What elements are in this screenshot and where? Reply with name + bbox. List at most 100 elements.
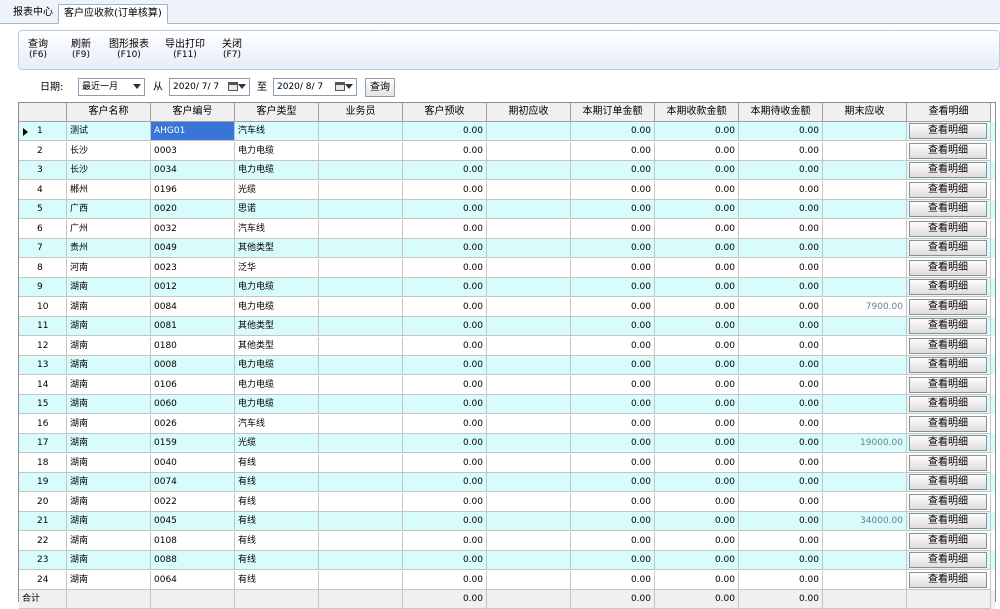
- view-detail-button[interactable]: 查看明细: [909, 240, 987, 256]
- view-detail-button[interactable]: 查看明细: [909, 396, 987, 412]
- query-button[interactable]: 查询: [365, 78, 395, 97]
- column-header[interactable]: 本期待收金额: [739, 103, 823, 122]
- view-detail-button[interactable]: 查看明细: [909, 298, 987, 315]
- view-detail-button[interactable]: 查看明细: [909, 357, 987, 373]
- view-detail-button[interactable]: 查看明细: [909, 142, 987, 159]
- view-detail-button[interactable]: 查看明细: [909, 454, 987, 471]
- column-header[interactable]: 客户类型: [235, 103, 319, 122]
- table-row[interactable]: 11 湖南 0081 其他类型 0.00 0.00 0.00 0.00 查看明细: [19, 317, 995, 336]
- customer-type-cell: 电力电缆: [235, 141, 319, 161]
- view-detail-button[interactable]: 查看明细: [909, 123, 987, 139]
- table-row[interactable]: 4 郴州 0196 光缆 0.00 0.00 0.00 0.00 查看明细: [19, 180, 995, 200]
- view-detail-button[interactable]: 查看明细: [909, 552, 987, 568]
- customer-code-cell: AHG01: [151, 122, 235, 141]
- tab-report-center[interactable]: 报表中心: [8, 4, 58, 24]
- column-header[interactable]: 查看明细: [907, 103, 991, 122]
- opening-cell: [487, 434, 571, 453]
- pending-amount-cell: 0.00: [739, 492, 823, 512]
- from-date-picker[interactable]: 2020/ 7/ 7: [169, 78, 250, 96]
- view-detail-button[interactable]: 查看明细: [909, 259, 987, 276]
- received-amount-cell: 0.00: [655, 141, 739, 161]
- table-row[interactable]: 20 湖南 0022 有线 0.00 0.00 0.00 0.00 查看明细: [19, 492, 995, 512]
- column-header[interactable]: 期末应收: [823, 103, 907, 122]
- chart-report-toolbar-button[interactable]: 图形报表 (F10): [109, 39, 149, 61]
- order-amount-cell: 0.00: [571, 336, 655, 356]
- view-detail-button[interactable]: 查看明细: [909, 532, 987, 549]
- export-print-toolbar-button[interactable]: 导出打印 (F11): [165, 39, 205, 61]
- table-row[interactable]: 8 河南 0023 泛华 0.00 0.00 0.00 0.00 查看明细: [19, 258, 995, 278]
- view-detail-button[interactable]: 查看明细: [909, 415, 987, 432]
- prepay-cell: 0.00: [403, 492, 487, 512]
- column-header[interactable]: 客户编号: [151, 103, 235, 122]
- view-detail-button[interactable]: 查看明细: [909, 220, 987, 237]
- received-amount-cell: 0.00: [655, 239, 739, 258]
- table-row[interactable]: 16 湖南 0026 汽车线 0.00 0.00 0.00 0.00 查看明细: [19, 414, 995, 434]
- table-row[interactable]: 24 湖南 0064 有线 0.00 0.00 0.00 0.00 查看明细: [19, 570, 995, 590]
- view-detail-button[interactable]: 查看明细: [909, 376, 987, 393]
- table-row[interactable]: 2 长沙 0003 电力电缆 0.00 0.00 0.00 0.00 查看明细: [19, 141, 995, 161]
- customer-type-cell: 其他类型: [235, 336, 319, 356]
- customer-code-cell: 0020: [151, 200, 235, 219]
- table-row[interactable]: 10 湖南 0084 电力电缆 0.00 0.00 0.00 0.00 7900.00 查看明细: [19, 297, 995, 317]
- period-select[interactable]: 最近一月: [78, 78, 145, 96]
- view-detail-button[interactable]: 查看明细: [909, 279, 987, 295]
- table-row[interactable]: 22 湖南 0108 有线 0.00 0.00 0.00 0.00 查看明细: [19, 531, 995, 551]
- column-header[interactable]: 客户预收: [403, 103, 487, 122]
- salesperson-cell: [319, 512, 403, 531]
- opening-cell: [487, 180, 571, 200]
- table-row[interactable]: 1 测试 AHG01 汽车线 0.00 0.00 0.00 0.00 查看明细: [19, 122, 995, 141]
- view-detail-button[interactable]: 查看明细: [909, 318, 987, 334]
- pending-amount-cell: 0.00: [739, 297, 823, 317]
- to-date-picker[interactable]: 2020/ 8/ 7: [273, 78, 357, 96]
- table-row[interactable]: 9 湖南 0012 电力电缆 0.00 0.00 0.00 0.00 查看明细: [19, 278, 995, 297]
- view-detail-button[interactable]: 查看明细: [909, 162, 987, 178]
- table-row[interactable]: 18 湖南 0040 有线 0.00 0.00 0.00 0.00 查看明细: [19, 453, 995, 473]
- customer-name-cell: 湖南: [67, 551, 151, 570]
- view-detail-button[interactable]: 查看明细: [909, 474, 987, 490]
- customer-code-cell: 0022: [151, 492, 235, 512]
- table-row[interactable]: 15 湖南 0060 电力电缆 0.00 0.00 0.00 0.00 查看明细: [19, 395, 995, 414]
- column-header[interactable]: 客户名称: [67, 103, 151, 122]
- table-row[interactable]: 5 广西 0020 思诺 0.00 0.00 0.00 0.00 查看明细: [19, 200, 995, 219]
- view-detail-button[interactable]: 查看明细: [909, 337, 987, 354]
- closing-cell: [823, 570, 907, 590]
- table-row[interactable]: 12 湖南 0180 其他类型 0.00 0.00 0.00 0.00 查看明细: [19, 336, 995, 356]
- table-row[interactable]: 7 贵州 0049 其他类型 0.00 0.00 0.00 0.00 查看明细: [19, 239, 995, 258]
- table-row[interactable]: 17 湖南 0159 光缆 0.00 0.00 0.00 0.00 19000.00 查看明细: [19, 434, 995, 453]
- table-row[interactable]: 6 广州 0032 汽车线 0.00 0.00 0.00 0.00 查看明细: [19, 219, 995, 239]
- tab-customer-receivables[interactable]: 客户应收款(订单核算): [58, 4, 168, 24]
- column-header[interactable]: 期初应收: [487, 103, 571, 122]
- pending-amount-cell: 0.00: [739, 395, 823, 414]
- opening-cell: [487, 414, 571, 434]
- query-toolbar-button[interactable]: 查询 (F6): [28, 39, 48, 61]
- close-toolbar-button[interactable]: 关闭 (F7): [222, 39, 242, 61]
- closing-cell: [823, 395, 907, 414]
- customer-type-cell: 汽车线: [235, 414, 319, 434]
- received-amount-cell: 0.00: [655, 434, 739, 453]
- view-detail-button[interactable]: 查看明细: [909, 435, 987, 451]
- table-row[interactable]: 19 湖南 0074 有线 0.00 0.00 0.00 0.00 查看明细: [19, 473, 995, 492]
- view-detail-button[interactable]: 查看明细: [909, 201, 987, 217]
- opening-cell: [487, 317, 571, 336]
- refresh-toolbar-button[interactable]: 刷新 (F9): [71, 39, 91, 61]
- opening-cell: [487, 122, 571, 141]
- column-header[interactable]: 本期订单金额: [571, 103, 655, 122]
- detail-cell: 查看明细: [907, 336, 991, 356]
- view-detail-button[interactable]: 查看明细: [909, 513, 987, 529]
- view-detail-button[interactable]: 查看明细: [909, 181, 987, 198]
- prepay-cell: 0.00: [403, 395, 487, 414]
- table-row[interactable]: 14 湖南 0106 电力电缆 0.00 0.00 0.00 0.00 查看明细: [19, 375, 995, 395]
- view-detail-button[interactable]: 查看明细: [909, 493, 987, 510]
- view-detail-button[interactable]: 查看明细: [909, 571, 987, 588]
- column-header[interactable]: 业务员: [319, 103, 403, 122]
- row-number-text: 23: [37, 555, 49, 565]
- order-amount-cell: 0.00: [571, 531, 655, 551]
- table-row[interactable]: 13 湖南 0008 电力电缆 0.00 0.00 0.00 0.00 查看明细: [19, 356, 995, 375]
- table-row[interactable]: 21 湖南 0045 有线 0.00 0.00 0.00 0.00 34000.00 查看明细: [19, 512, 995, 531]
- column-header[interactable]: 本期收款金额: [655, 103, 739, 122]
- receivables-table: 客户名称 客户编号 客户类型 业务员 客户预收 期初应收 本期订单金额 本期收款金额 本期待收金…: [18, 102, 996, 609]
- table-row[interactable]: 23 湖南 0088 有线 0.00 0.00 0.00 0.00 查看明细: [19, 551, 995, 570]
- opening-cell: [487, 356, 571, 375]
- table-row[interactable]: 3 长沙 0034 电力电缆 0.00 0.00 0.00 0.00 查看明细: [19, 161, 995, 180]
- customer-type-cell: 有线: [235, 551, 319, 570]
